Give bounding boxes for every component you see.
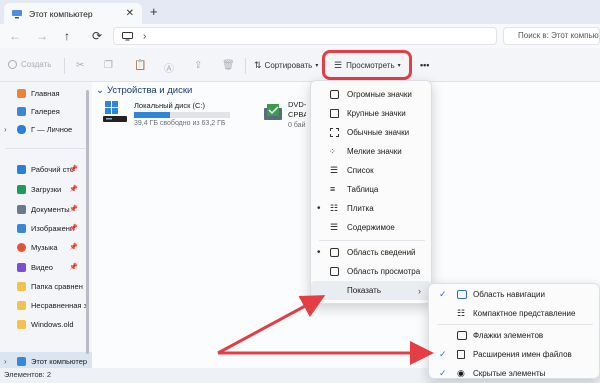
annotation-arrows — [217, 295, 434, 365]
annotation-arrow-to-show — [217, 295, 326, 355]
